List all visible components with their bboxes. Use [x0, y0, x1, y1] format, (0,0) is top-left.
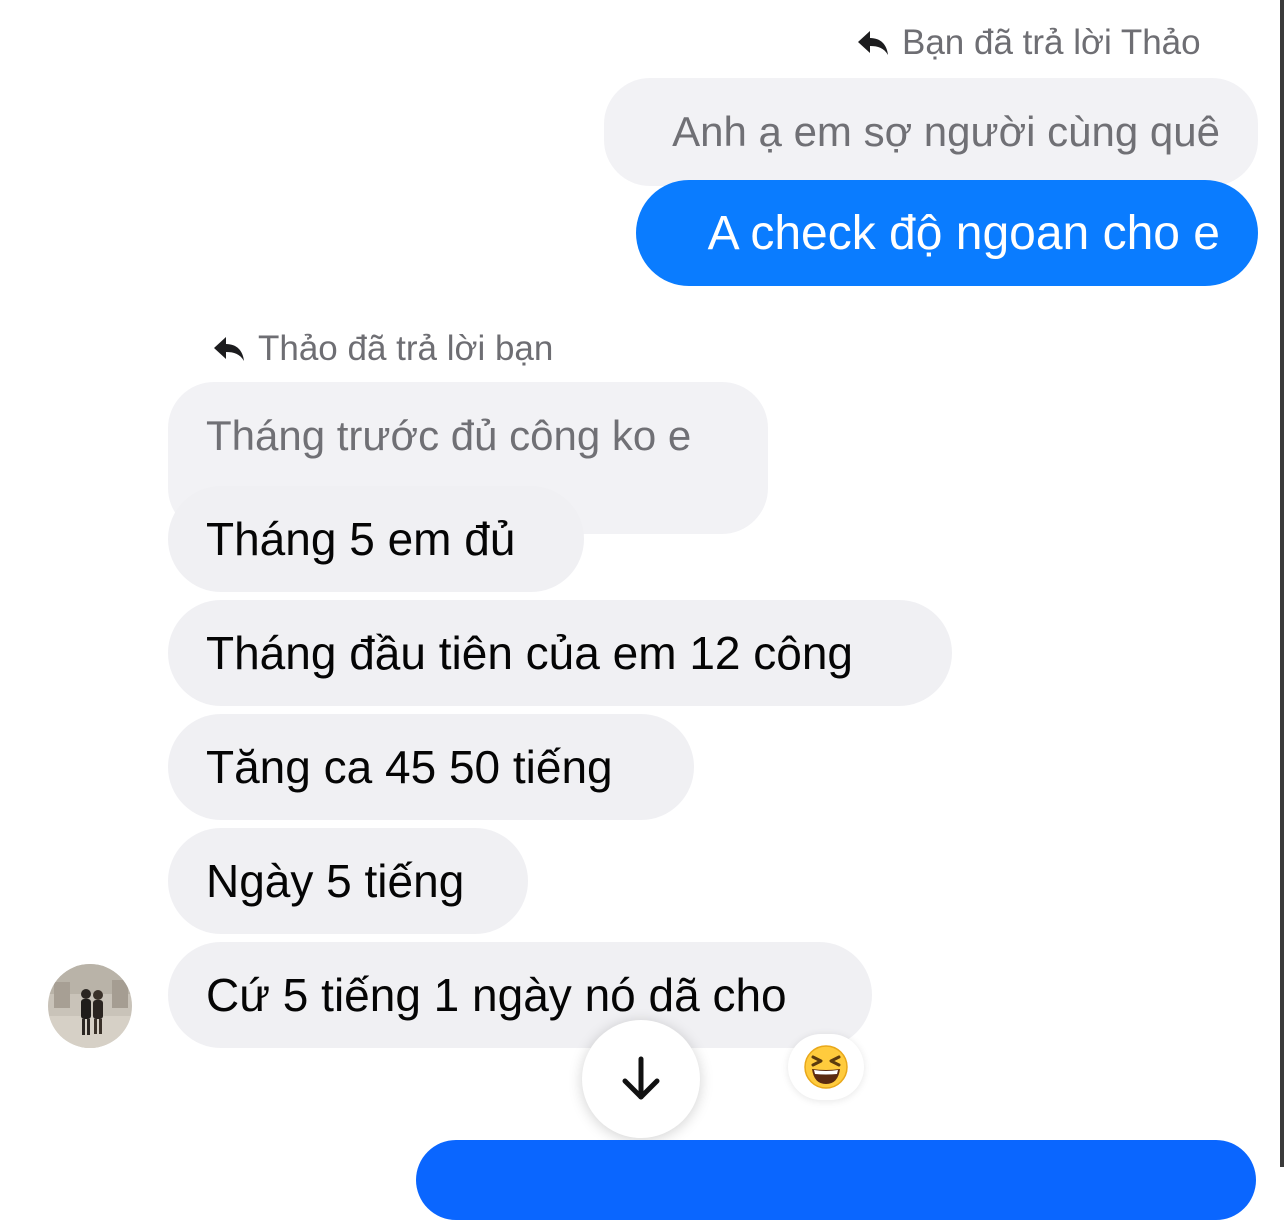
received-message-text: Cứ 5 tiếng 1 ngày nó dã cho — [206, 969, 787, 1021]
reply-arrow-icon — [214, 336, 244, 361]
scroll-to-bottom-button[interactable] — [582, 1020, 700, 1138]
reply-arrow-icon — [858, 30, 888, 55]
sent-message-bubble[interactable]: A check độ ngoan cho e — [636, 180, 1258, 286]
avatar[interactable] — [48, 964, 132, 1048]
received-message-text: Tháng 5 em đủ — [206, 513, 516, 565]
quoted-message-received-text: Tháng trước đủ công ko e — [206, 412, 692, 459]
sent-message-text: A check độ ngoan cho e — [707, 206, 1220, 260]
received-message-bubble[interactable]: Tháng 5 em đủ — [168, 486, 584, 592]
received-message-bubble[interactable]: Tăng ca 45 50 tiếng — [168, 714, 694, 820]
received-message-text: Tháng đầu tiên của em 12 công — [206, 627, 854, 679]
reply-label-sent-text: Bạn đã trả lời Thảo — [902, 23, 1201, 62]
reply-label-received-text: Thảo đã trả lời bạn — [258, 329, 554, 368]
quoted-message-sent-text: Anh ạ em sợ người cùng quê — [672, 108, 1220, 155]
arrow-down-icon — [622, 1056, 660, 1100]
received-message-bubble[interactable]: Cứ 5 tiếng 1 ngày nó dã cho — [168, 942, 872, 1048]
received-message-bubble[interactable]: Tháng đầu tiên của em 12 công — [168, 600, 952, 706]
screen-edge — [1280, 0, 1284, 1167]
reaction-badge[interactable] — [788, 1034, 864, 1100]
reply-label-sent: Bạn đã trả lời Thảo — [856, 25, 1201, 60]
laughing-emoji-icon — [804, 1045, 848, 1089]
received-message-bubble[interactable]: Ngày 5 tiếng — [168, 828, 528, 934]
quoted-message-sent[interactable]: Anh ạ em sợ người cùng quê — [604, 78, 1258, 186]
received-message-text: Tăng ca 45 50 tiếng — [206, 741, 613, 793]
sent-message-bubble-partial[interactable] — [416, 1140, 1256, 1220]
received-message-text: Ngày 5 tiếng — [206, 855, 465, 907]
reply-label-received: Thảo đã trả lời bạn — [212, 331, 553, 366]
avatar-photo-icon — [48, 964, 132, 1048]
